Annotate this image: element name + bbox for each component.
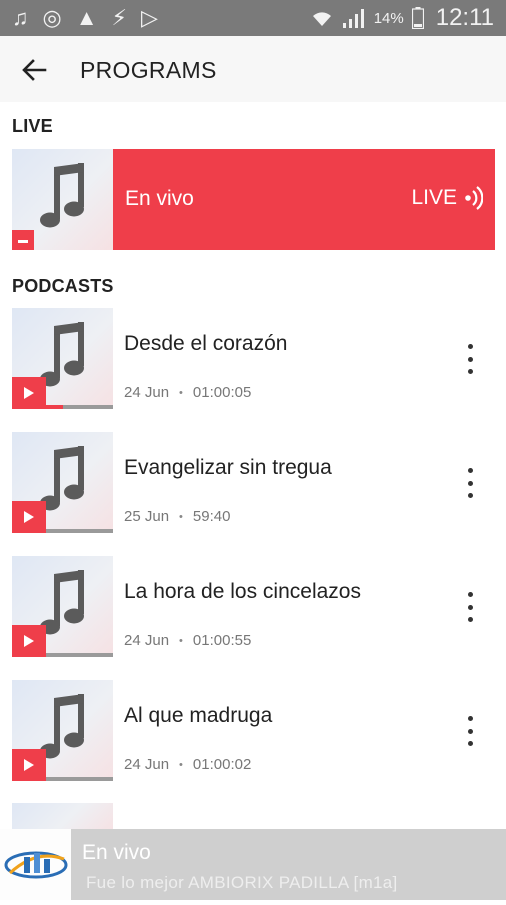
podcast-date: 24 Jun [124, 384, 170, 401]
podcast-meta: 24 Jun • 01:00:55 [124, 632, 251, 649]
section-label-live: LIVE [12, 116, 53, 136]
music-note-icon [40, 163, 84, 228]
podcast-row[interactable]: Desde el corazón 24 Jun • 01:00:05 [0, 308, 506, 409]
battery-icon [411, 7, 424, 29]
arrow-back-icon [22, 59, 47, 81]
podcast-date: 25 Jun [124, 508, 170, 525]
status-system: 14% 12:11 [310, 4, 494, 32]
more-options-button[interactable] [458, 344, 482, 374]
play-button[interactable] [12, 377, 46, 409]
podcast-title: Evangelizar sin tregua [124, 456, 332, 479]
podcast-row[interactable]: La hora de los cincelazos 24 Jun • 01:00… [0, 556, 506, 657]
status-notifications: ♫ ◎ ▲ ⚡ ▷ [12, 6, 158, 30]
player-title: En vivo [82, 841, 151, 864]
podcast-duration: 01:00:55 [192, 632, 252, 649]
separator-dot: • [179, 386, 183, 399]
station-logo-icon [4, 851, 68, 879]
play-button[interactable] [12, 501, 46, 533]
podcast-thumbnail [12, 308, 113, 409]
play-icon [24, 387, 34, 399]
wifi-icon [312, 12, 331, 26]
music-note-icon [40, 446, 84, 511]
status-time: 12:11 [435, 4, 494, 31]
battery-percent: 14% [373, 9, 404, 27]
page-title: PROGRAMS [80, 57, 217, 83]
live-thumbnail [12, 149, 113, 250]
play-button[interactable] [12, 625, 46, 657]
live-badge: LIVE [411, 186, 483, 210]
podcast-title: Desde el corazón [124, 332, 288, 355]
play-store-icon: ▷ [140, 5, 158, 30]
player-subtitle: Fue lo mejor AMBIORIX PADILLA [m1a] [86, 873, 398, 892]
app-bar: PROGRAMS [0, 36, 506, 102]
more-vert-icon [467, 468, 473, 473]
play-icon [24, 759, 34, 771]
player-artwork [0, 829, 71, 900]
podcast-thumbnail [12, 432, 113, 533]
play-icon [24, 635, 34, 647]
podcast-meta: 24 Jun • 01:00:05 [124, 384, 251, 401]
podcast-thumbnail [12, 680, 113, 781]
play-button[interactable] [12, 749, 46, 781]
sync-icon: ◎ [42, 5, 62, 30]
live-title: En vivo [125, 187, 194, 210]
music-note-icon [40, 322, 84, 387]
status-bar: ♫ ◎ ▲ ⚡ ▷ 14% 12:11 [0, 0, 506, 36]
live-indicator [12, 230, 34, 250]
podcast-date: 24 Jun [124, 632, 170, 649]
more-vert-icon [467, 592, 473, 597]
back-button[interactable] [14, 50, 54, 90]
podcast-thumbnail [12, 556, 113, 657]
more-vert-icon [467, 344, 473, 349]
podcast-meta: 25 Jun • 59:40 [124, 508, 230, 525]
broadcast-icon [465, 186, 483, 210]
more-vert-icon [467, 716, 473, 721]
podcast-date: 24 Jun [124, 756, 170, 773]
more-options-button[interactable] [458, 716, 482, 746]
music-note-icon [40, 570, 84, 635]
signal-icon [342, 9, 364, 28]
play-icon [24, 511, 34, 523]
music-note-icon: ♫ [12, 5, 29, 30]
podcast-row[interactable]: Al que madruga 24 Jun • 01:00:02 [0, 680, 506, 781]
live-bar[interactable]: En vivo LIVE [113, 149, 495, 250]
more-options-button[interactable] [458, 592, 482, 622]
live-badge-label: LIVE [411, 186, 457, 209]
separator-dot: • [179, 510, 183, 523]
podcast-title: La hora de los cincelazos [124, 580, 361, 603]
podcast-meta: 24 Jun • 01:00:02 [124, 756, 251, 773]
podcast-row[interactable]: Evangelizar sin tregua 25 Jun • 59:40 [0, 432, 506, 533]
warning-icon: ▲ [75, 5, 98, 30]
section-label-podcasts: PODCASTS [12, 276, 114, 296]
flash-icon: ⚡ [111, 5, 127, 30]
music-note-icon [40, 694, 84, 759]
podcast-title: Al que madruga [124, 704, 273, 727]
podcast-duration: 01:00:05 [192, 384, 252, 401]
podcast-duration: 59:40 [192, 508, 231, 525]
separator-dot: • [179, 758, 183, 771]
separator-dot: • [179, 634, 183, 647]
mini-player[interactable]: En vivo Fue lo mejor AMBIORIX PADILLA [m… [0, 829, 506, 900]
more-options-button[interactable] [458, 468, 482, 498]
podcast-duration: 01:00:02 [192, 756, 252, 773]
